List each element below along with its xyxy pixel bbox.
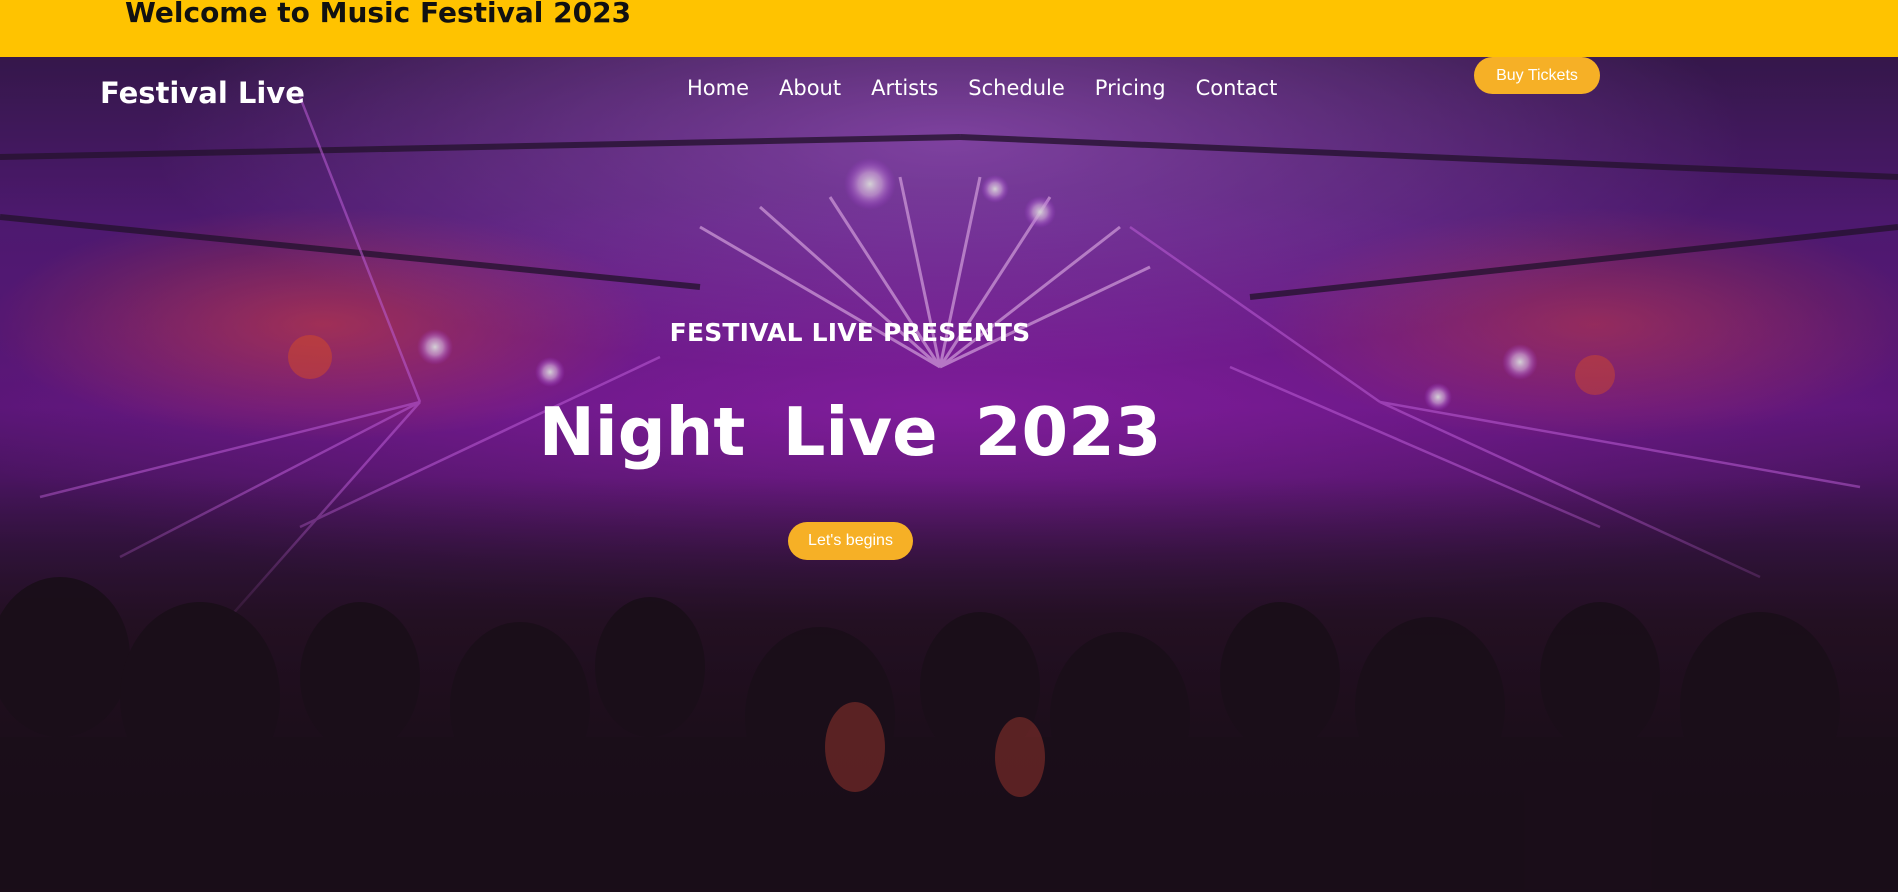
nav-link-home[interactable]: Home xyxy=(687,76,749,100)
main-nav: Home About Artists Schedule Pricing Cont… xyxy=(687,76,1277,100)
hero-section xyxy=(0,57,1898,892)
nav-link-about[interactable]: About xyxy=(779,76,841,100)
nav-link-contact[interactable]: Contact xyxy=(1196,76,1278,100)
nav-link-schedule[interactable]: Schedule xyxy=(968,76,1065,100)
hero-eyebrow: FESTIVAL LIVE PRESENTS xyxy=(669,318,1031,347)
top-banner: Welcome to Music Festival 2023 xyxy=(0,0,1898,57)
lets-begin-button[interactable]: Let's begins xyxy=(788,522,913,560)
buy-tickets-button[interactable]: Buy Tickets xyxy=(1474,57,1600,94)
hero-overlay xyxy=(0,57,1898,892)
banner-text: Welcome to Music Festival 2023 xyxy=(125,0,632,29)
hero-title: Night Live 2023 xyxy=(538,393,1162,471)
site-logo[interactable]: Festival Live xyxy=(100,76,305,110)
nav-link-artists[interactable]: Artists xyxy=(871,76,938,100)
nav-link-pricing[interactable]: Pricing xyxy=(1095,76,1166,100)
